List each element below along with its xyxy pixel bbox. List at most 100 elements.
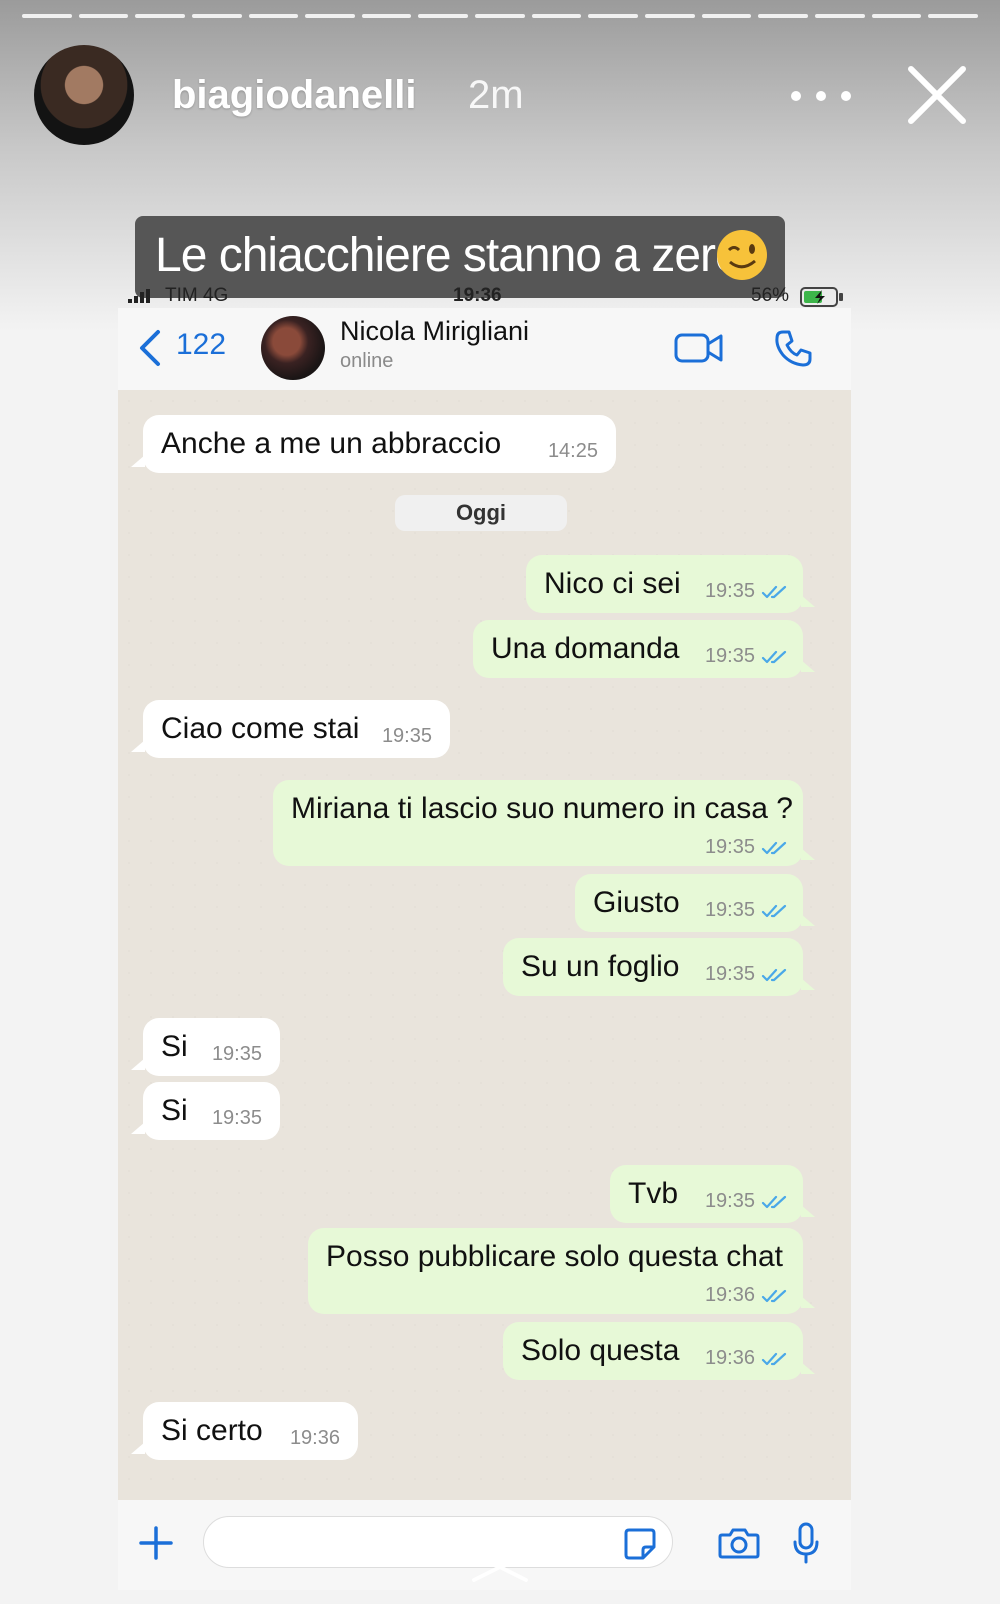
bubble-tail [131, 1122, 145, 1134]
message-input[interactable] [203, 1516, 673, 1568]
bubble-tail [801, 914, 815, 926]
signal-icon [128, 289, 150, 303]
progress-segment [361, 14, 412, 18]
story-username[interactable]: biagiodanelli [172, 73, 416, 118]
read-receipt-icon [761, 1195, 787, 1209]
story-time-ago: 2m [468, 73, 524, 117]
read-receipt-icon [761, 968, 787, 982]
progress-segment [588, 14, 639, 18]
read-receipt-icon [761, 1352, 787, 1366]
message-time: 14:25 [547, 440, 598, 462]
read-receipt-icon [761, 585, 787, 599]
plus-icon[interactable] [138, 1525, 174, 1561]
outgoing-message[interactable]: Posso pubblicare solo questa chat 19:36 [308, 1228, 815, 1314]
caption-text: Le chiacchiere stanno a zero [155, 229, 742, 282]
bubble-tail [801, 660, 815, 672]
contact-status: online [340, 350, 394, 372]
phone-status-bar: TIM 4G 19:36 56% [118, 285, 848, 307]
outgoing-message[interactable]: Una domanda 19:35 [473, 620, 815, 678]
message-time: 19:35 [211, 1107, 262, 1129]
message-text: Si [161, 1030, 188, 1063]
bubble-tail [131, 1058, 145, 1070]
read-receipt-icon [761, 841, 787, 855]
phone-clock: 19:36 [453, 285, 502, 306]
close-icon[interactable] [905, 63, 969, 127]
progress-segment [701, 14, 752, 18]
chat-header: 122 Nicola Mirigliani online [118, 308, 851, 390]
outgoing-message[interactable]: Miriana ti lascio suo numero in casa ? 19… [273, 780, 815, 866]
message-text: Posso pubblicare solo questa chat [326, 1240, 783, 1273]
incoming-message[interactable]: Anche a me un abbraccio 14:25 [131, 415, 616, 473]
message-time: 19:35 [704, 836, 755, 858]
back-unread-count[interactable]: 122 [176, 328, 226, 362]
message-text: Anche a me un abbraccio [161, 427, 502, 460]
message-text: Tvb [628, 1177, 679, 1210]
incoming-message[interactable]: Si 19:35 [131, 1082, 280, 1140]
battery-icon [800, 287, 843, 307]
carrier-label: TIM 4G [165, 285, 229, 306]
read-receipt-icon [761, 650, 787, 664]
outgoing-message[interactable]: Nico ci sei 19:35 [526, 555, 815, 613]
message-time: 19:36 [704, 1284, 755, 1306]
incoming-message[interactable]: Si 19:35 [131, 1018, 280, 1076]
bubble-tail [131, 740, 145, 752]
message-text: Miriana ti lascio suo numero in casa ? [291, 792, 793, 825]
message-time: 19:36 [289, 1427, 340, 1449]
progress-segment [531, 14, 582, 18]
progress-segment [814, 14, 865, 18]
message-text: Solo questa [521, 1334, 680, 1367]
video-call-icon[interactable] [674, 330, 724, 366]
back-icon[interactable] [136, 328, 162, 368]
phone-call-icon[interactable] [773, 328, 813, 368]
mic-icon[interactable] [792, 1522, 820, 1564]
progress-segment [928, 14, 978, 18]
contact-name[interactable]: Nicola Mirigliani [340, 316, 529, 347]
contact-avatar[interactable] [261, 316, 325, 380]
message-time: 19:36 [704, 1347, 755, 1369]
swipe-up-icon[interactable] [468, 1562, 532, 1584]
day-separator: Oggi [395, 495, 567, 531]
chat-messages-area[interactable]: Oggi Anche a me un abbraccio 14:25 Nico ci… [118, 390, 851, 1500]
progress-segment [645, 14, 695, 18]
story-screen: biagiodanelli 2m Le chiacchiere stanno a… [0, 0, 1000, 1604]
bubble-tail [801, 595, 815, 607]
outgoing-message[interactable]: Su un foglio 19:35 [503, 938, 815, 996]
message-time: 19:35 [704, 645, 755, 667]
bubble-tail [801, 978, 815, 990]
message-text: Si certo [161, 1414, 263, 1447]
read-receipt-icon [761, 904, 787, 918]
more-icon[interactable] [788, 88, 854, 104]
bubble-tail [131, 1442, 145, 1454]
progress-segment [248, 14, 299, 18]
message-time: 19:35 [704, 580, 755, 602]
outgoing-message[interactable]: Giusto 19:35 [575, 874, 815, 932]
message-text: Ciao come stai [161, 712, 360, 745]
outgoing-message[interactable]: Tvb 19:35 [610, 1165, 815, 1223]
bubble-tail [131, 455, 145, 467]
story-progress-bar [22, 14, 978, 19]
message-text: Nico ci sei [544, 567, 681, 600]
progress-segment [191, 14, 242, 18]
camera-icon[interactable] [718, 1526, 760, 1560]
sticker-icon[interactable] [623, 1527, 657, 1561]
message-time: 19:35 [704, 1190, 755, 1212]
bubble-tail [801, 1362, 815, 1374]
progress-segment [758, 14, 808, 18]
progress-segment [871, 14, 922, 18]
progress-segment [475, 14, 525, 18]
incoming-message[interactable]: Si certo 19:36 [131, 1402, 358, 1460]
progress-segment [305, 14, 355, 18]
message-time: 19:35 [704, 963, 755, 985]
progress-segment [22, 14, 72, 18]
bubble-tail [801, 1205, 815, 1217]
message-text: Si [161, 1094, 188, 1127]
message-text: Su un foglio [521, 950, 680, 983]
bubble-tail [801, 1296, 815, 1308]
wink-emoji-icon [717, 230, 767, 280]
outgoing-message[interactable]: Solo questa 19:36 [503, 1322, 815, 1380]
profile-avatar[interactable] [34, 45, 134, 145]
read-receipt-icon [761, 1289, 787, 1303]
incoming-message[interactable]: Ciao come stai 19:35 [131, 700, 450, 758]
message-text: Giusto [593, 886, 680, 919]
progress-segment [135, 14, 185, 18]
